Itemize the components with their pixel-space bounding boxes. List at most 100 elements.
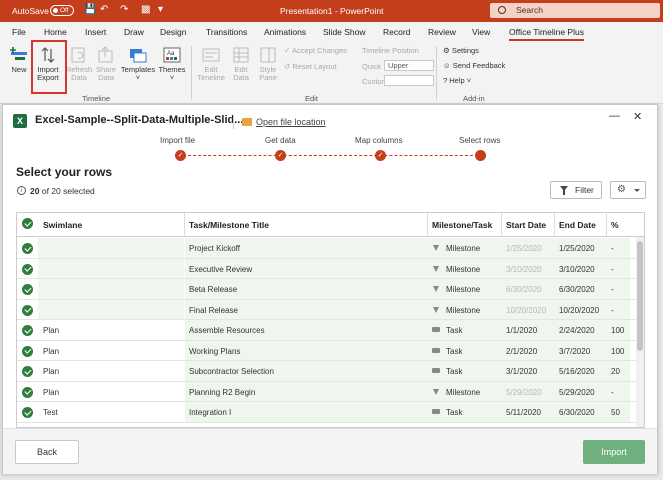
settings-dropdown-button[interactable]: ⚙ bbox=[610, 181, 646, 199]
settings-command[interactable]: ⚙ Settings bbox=[443, 46, 479, 55]
tab-view[interactable]: View bbox=[472, 27, 490, 37]
tab-file[interactable]: File bbox=[12, 27, 26, 37]
refresh-data-button[interactable]: Refresh Data bbox=[64, 46, 94, 82]
selected-suffix: of 20 selected bbox=[41, 186, 95, 196]
templates-button[interactable]: Templates ˅ bbox=[119, 46, 157, 82]
row-checkbox[interactable] bbox=[22, 304, 33, 316]
table-row[interactable]: Test Integration I Task 5/11/2020 6/30/2020 5… bbox=[17, 402, 644, 423]
cell-start-date: 5/29/2020 bbox=[506, 387, 542, 397]
filter-button[interactable]: Filter bbox=[550, 181, 602, 199]
cell-title: Planning R2 Begin bbox=[189, 387, 256, 397]
row-checkbox[interactable] bbox=[22, 263, 33, 275]
reset-layout-command[interactable]: ↺ Reset Layout bbox=[284, 62, 337, 71]
timeline-group-label: Timeline bbox=[82, 94, 111, 103]
table-row[interactable]: Plan Assemble Resources Task 1/1/2020 2/24/2… bbox=[17, 320, 644, 341]
send-feedback-command[interactable]: ☺ Send Feedback bbox=[443, 61, 505, 70]
customize-qat-icon[interactable]: ▾ bbox=[158, 4, 163, 15]
tab-insert[interactable]: Insert bbox=[85, 27, 106, 37]
column-divider bbox=[501, 213, 502, 237]
tab-office-timeline-plus[interactable]: Office Timeline Plus bbox=[509, 27, 584, 41]
themes-button[interactable]: Aa Themes ˅ bbox=[157, 46, 187, 82]
col-type[interactable]: Milestone/Task bbox=[432, 220, 492, 230]
col-start-date[interactable]: Start Date bbox=[506, 220, 546, 230]
cell-type: Milestone bbox=[446, 264, 481, 274]
import-button[interactable]: Import bbox=[583, 440, 645, 464]
empty-cell-highlight bbox=[38, 279, 184, 299]
row-checkbox[interactable] bbox=[22, 386, 33, 398]
cell-swimlane: Plan bbox=[43, 326, 60, 335]
cell-type: Task bbox=[446, 367, 463, 376]
settings-label: Settings bbox=[451, 46, 479, 55]
cell-start-date: 10/20/2020 bbox=[506, 305, 547, 315]
tab-review[interactable]: Review bbox=[428, 27, 456, 37]
new-button[interactable]: New bbox=[7, 46, 31, 74]
step-get-data: Get data bbox=[265, 136, 296, 145]
table-scrollbar[interactable] bbox=[636, 237, 644, 427]
search-box[interactable]: Search bbox=[490, 3, 660, 18]
ribbon-separator bbox=[436, 46, 437, 100]
cell-type: Milestone bbox=[446, 387, 481, 397]
tab-record[interactable]: Record bbox=[383, 27, 410, 37]
table-row[interactable]: Beta Release Milestone 6/30/2020 6/30/2020 - bbox=[17, 279, 644, 300]
table-row[interactable]: Plan Working Plans Task 2/1/2020 3/7/2020 100 bbox=[17, 340, 644, 361]
edit-data-icon bbox=[233, 47, 249, 63]
accept-changes-command[interactable]: ✓ Accept Changes bbox=[284, 46, 347, 55]
custom-position-input[interactable] bbox=[384, 75, 434, 86]
autosave-toggle[interactable]: Off bbox=[50, 5, 74, 16]
close-icon[interactable]: ✕ bbox=[633, 110, 642, 123]
column-divider bbox=[606, 213, 607, 237]
quick-position-select[interactable]: Upper bbox=[384, 60, 434, 71]
autosave-label: AutoSave bbox=[12, 6, 49, 16]
table-row[interactable]: Plan Subcontractor Selection Task 3/1/2020 5… bbox=[17, 361, 644, 382]
select-all-checkbox[interactable] bbox=[22, 218, 33, 229]
filter-icon bbox=[560, 186, 568, 195]
undo-icon[interactable]: ↶ bbox=[100, 4, 108, 15]
cell-title: Assemble Resources bbox=[189, 326, 265, 335]
table-row[interactable]: Plan Planning R2 Begin Milestone 5/29/2020 5… bbox=[17, 381, 644, 402]
cell-swimlane: Plan bbox=[43, 346, 60, 356]
timeline-position-label: Timeline Position bbox=[362, 46, 419, 55]
import-dialog: X Excel-Sample--Split-Data-Multiple-Slid… bbox=[2, 104, 658, 474]
cell-end-date: 6/30/2020 bbox=[559, 285, 595, 294]
milestone-icon bbox=[433, 306, 439, 313]
present-icon[interactable]: ▩ bbox=[141, 4, 150, 15]
style-pane-button[interactable]: Style Pane bbox=[255, 46, 281, 82]
cell-percent: 50 bbox=[611, 408, 620, 417]
new-timeline-icon bbox=[10, 47, 27, 60]
back-button[interactable]: Back bbox=[15, 440, 79, 464]
row-checkbox[interactable] bbox=[22, 243, 33, 254]
cell-type: Task bbox=[446, 346, 463, 356]
redo-icon[interactable]: ↷ bbox=[120, 4, 128, 15]
row-checkbox[interactable] bbox=[22, 366, 33, 377]
row-checkbox[interactable] bbox=[22, 325, 33, 336]
col-swimlane[interactable]: Swimlane bbox=[43, 220, 82, 230]
tab-home[interactable]: Home bbox=[44, 27, 67, 37]
column-divider bbox=[554, 213, 555, 237]
help-command[interactable]: ? Help ˅ bbox=[443, 76, 471, 85]
row-checkbox[interactable] bbox=[22, 407, 33, 418]
share-data-button[interactable]: Share Data bbox=[94, 46, 118, 82]
col-percent[interactable]: % bbox=[611, 220, 619, 230]
tab-design[interactable]: Design bbox=[160, 27, 186, 37]
minimize-icon[interactable]: — bbox=[609, 110, 620, 122]
cell-percent: - bbox=[611, 264, 614, 274]
table-row[interactable]: Project Kickoff Milestone 1/25/2020 1/25/20… bbox=[17, 238, 644, 259]
open-file-location-link[interactable]: Open file location bbox=[256, 117, 326, 127]
tab-draw[interactable]: Draw bbox=[124, 27, 144, 37]
scrollbar-thumb[interactable] bbox=[637, 241, 643, 351]
cell-end-date: 3/10/2020 bbox=[559, 264, 595, 274]
row-checkbox[interactable] bbox=[22, 284, 33, 295]
table-row[interactable]: Final Release Milestone 10/20/2020 10/20/20… bbox=[17, 299, 644, 320]
table-row[interactable]: Executive Review Milestone 3/10/2020 3/10/2… bbox=[17, 258, 644, 279]
reset-layout-label: Reset Layout bbox=[292, 62, 337, 71]
edit-timeline-button[interactable]: Edit Timeline bbox=[195, 46, 227, 82]
tab-animations[interactable]: Animations bbox=[264, 27, 306, 37]
tab-transitions[interactable]: Transitions bbox=[206, 27, 247, 37]
save-icon[interactable]: 💾 bbox=[84, 4, 96, 15]
accept-changes-label: Accept Changes bbox=[291, 46, 348, 55]
row-checkbox[interactable] bbox=[22, 345, 33, 357]
edit-data-button[interactable]: Edit Data bbox=[228, 46, 254, 82]
tab-slide-show[interactable]: Slide Show bbox=[323, 27, 366, 37]
col-title[interactable]: Task/Milestone Title bbox=[189, 220, 269, 230]
col-end-date[interactable]: End Date bbox=[559, 220, 596, 230]
